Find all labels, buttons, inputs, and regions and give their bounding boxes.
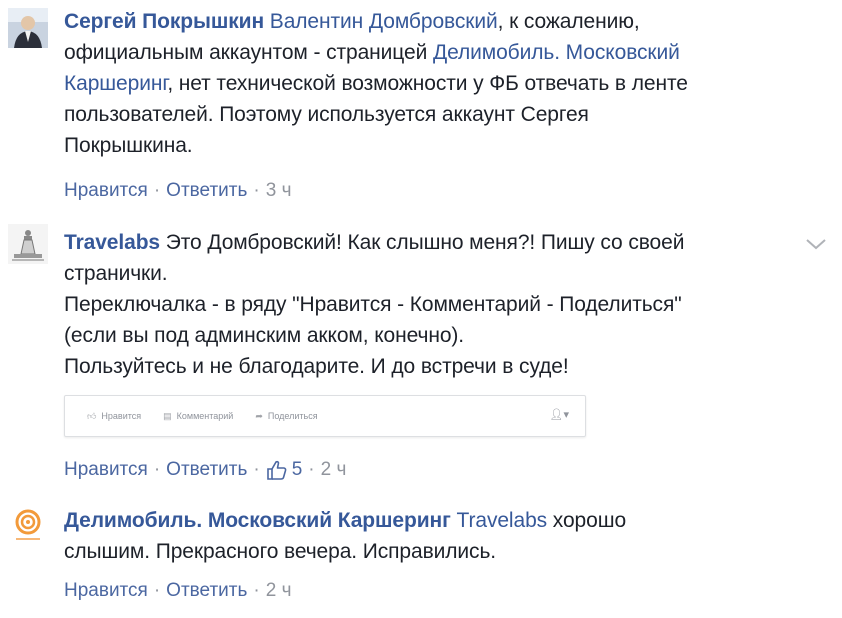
embed-like: 👍︎ Нравится xyxy=(87,410,142,422)
reply-link[interactable]: Ответить xyxy=(166,459,247,481)
comment-text-segment: слышим. Прекрасного вечера. Исправились. xyxy=(64,540,497,563)
comment-text: Сергей Покрышкин Валентин Домбровский, к… xyxy=(64,6,804,161)
likes-number: 5 xyxy=(291,459,303,480)
likes-count[interactable]: 5 xyxy=(266,459,303,481)
comment-text-segment: Покрышкина. xyxy=(64,134,193,157)
embedded-screenshot: 👍︎ Нравится ▤ Комментарий ➦ Поделиться 👤︎▾ xyxy=(64,395,586,437)
embed-share: ➦ Поделиться xyxy=(255,410,318,422)
timestamp[interactable]: 3 ч xyxy=(266,180,292,202)
page-mention-link[interactable]: Делимобиль. Московский xyxy=(433,41,680,64)
comment-text-segment: Это Домбровский! Как слышно меня?! Пишу … xyxy=(165,231,685,254)
comment-text: Travelabs Это Домбровский! Как слышно ме… xyxy=(64,227,804,382)
comment-actions: Нравится · Ответить · 5 · 2 ч xyxy=(64,459,346,481)
timestamp[interactable]: 2 ч xyxy=(321,459,347,481)
comment-text-segment: , нет технической возможности у ФБ отвеч… xyxy=(167,72,688,95)
comment-actions: Нравится · Ответить · 3 ч xyxy=(64,180,291,202)
separator-dot: · xyxy=(153,580,161,601)
comment-author[interactable]: Сергей Покрышкин xyxy=(64,10,264,33)
page-mention-link[interactable]: Каршеринг xyxy=(64,72,167,95)
embed-comment: ▤ Комментарий xyxy=(163,410,234,422)
comment-text-segment: , к сожалению, xyxy=(497,10,640,33)
avatar[interactable] xyxy=(8,224,48,264)
comment-actions: Нравится · Ответить · 2 ч xyxy=(64,580,291,602)
like-link[interactable]: Нравится xyxy=(64,459,148,481)
separator-dot: · xyxy=(153,459,161,480)
separator-dot: · xyxy=(253,580,260,601)
chevron-down-icon[interactable] xyxy=(804,236,828,252)
separator-dot: · xyxy=(153,180,161,201)
comment-text: Делимобиль. Московский Каршеринг Travela… xyxy=(64,505,804,567)
mention-link[interactable]: Валентин Домбровский xyxy=(270,10,498,33)
reply-link[interactable]: Ответить xyxy=(166,580,247,602)
comment-text-segment: пользователей. Поэтому используется акка… xyxy=(64,103,589,126)
comment-author[interactable]: Travelabs xyxy=(64,231,160,254)
separator-dot: · xyxy=(253,459,260,480)
like-link[interactable]: Нравится xyxy=(64,180,148,202)
comment-text-segment: Переключалка - в ряду "Нравится - Коммен… xyxy=(64,293,682,316)
avatar[interactable] xyxy=(8,505,48,545)
reply-link[interactable]: Ответить xyxy=(166,180,247,202)
separator-dot: · xyxy=(253,180,260,201)
like-link[interactable]: Нравится xyxy=(64,580,148,602)
comment-text-segment: хорошо xyxy=(547,509,627,532)
comment-icon: ▤ xyxy=(163,410,172,421)
share-icon: ➦ xyxy=(255,410,263,421)
comment-text-segment: странички. xyxy=(64,262,168,285)
comment-text-segment: (если вы под админским акком, конечно). xyxy=(64,324,465,347)
separator-dot: · xyxy=(308,459,315,480)
mention-link[interactable]: Travelabs xyxy=(457,509,548,532)
thumbs-up-icon xyxy=(266,460,287,480)
comment-author[interactable]: Делимобиль. Московский Каршеринг xyxy=(64,509,451,532)
timestamp[interactable]: 2 ч xyxy=(266,580,292,602)
avatar[interactable] xyxy=(8,8,48,48)
comment-text-segment: Пользуйтесь и не благодарите. И до встре… xyxy=(64,355,569,378)
thumbs-up-icon: 👍︎ xyxy=(87,410,97,421)
person-dropdown-icon: 👤︎▾ xyxy=(549,409,570,421)
comment-text-segment: официальным аккаунтом - страницей xyxy=(64,41,433,64)
